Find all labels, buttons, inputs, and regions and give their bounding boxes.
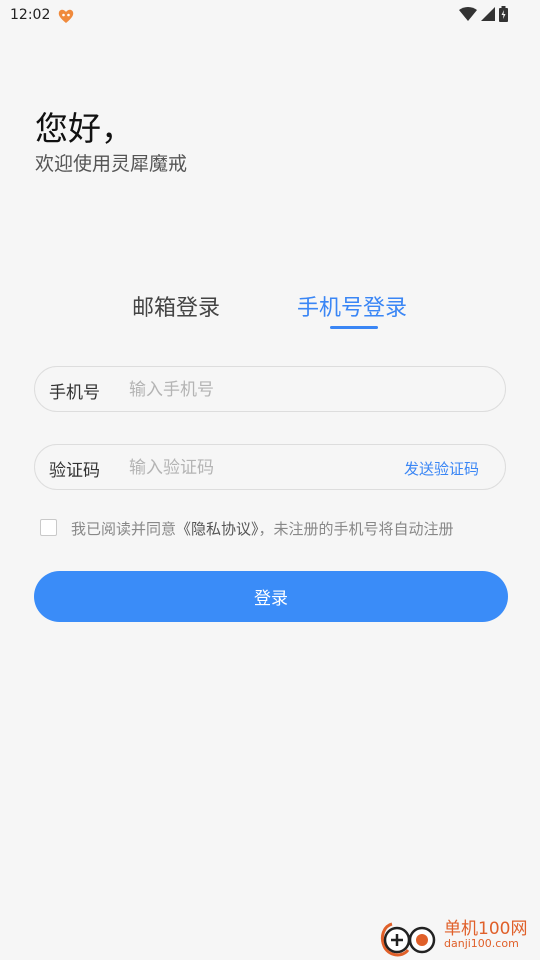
send-code-button[interactable]: 发送验证码 bbox=[404, 458, 479, 479]
agreement-row: 我已阅读并同意《隐私协议》，未注册的手机号将自动注册 bbox=[40, 518, 520, 540]
watermark: 单机100网 danji100.com bbox=[378, 912, 528, 958]
welcome-subtitle: 欢迎使用灵犀魔戒 bbox=[35, 153, 188, 175]
watermark-logo-icon bbox=[380, 922, 436, 957]
watermark-domain: danji100.com bbox=[444, 937, 519, 950]
watermark-title: 单机100网 bbox=[444, 919, 528, 939]
tab-phone-login[interactable]: 手机号登录 bbox=[297, 290, 407, 322]
code-label: 验证码 bbox=[49, 461, 100, 481]
login-button[interactable]: 登录 bbox=[34, 571, 508, 622]
agreement-suffix: ，未注册的手机号将自动注册 bbox=[258, 520, 454, 538]
phone-label: 手机号 bbox=[49, 383, 100, 403]
code-input[interactable] bbox=[127, 454, 391, 482]
agreement-prefix: 我已阅读并同意 bbox=[71, 520, 177, 538]
code-field: 验证码 发送验证码 bbox=[34, 444, 506, 490]
battery-icon bbox=[499, 6, 508, 22]
agreement-checkbox[interactable] bbox=[40, 519, 57, 536]
status-bar: 12:02 bbox=[0, 0, 540, 32]
status-time: 12:02 bbox=[10, 7, 51, 23]
app-notification-icon bbox=[58, 9, 74, 23]
signal-icon bbox=[481, 7, 495, 21]
status-icons bbox=[459, 6, 508, 22]
agreement-text: 我已阅读并同意《隐私协议》，未注册的手机号将自动注册 bbox=[71, 518, 454, 539]
wifi-icon bbox=[459, 7, 477, 21]
greeting-title: 您好， bbox=[35, 109, 134, 148]
phone-input[interactable] bbox=[127, 376, 391, 404]
active-tab-indicator bbox=[330, 326, 378, 329]
tab-email-login[interactable]: 邮箱登录 bbox=[132, 290, 220, 322]
phone-field: 手机号 bbox=[34, 366, 506, 412]
login-tabs: 邮箱登录 手机号登录 bbox=[0, 290, 540, 340]
privacy-agreement-link[interactable]: 《隐私协议》 bbox=[176, 520, 259, 538]
